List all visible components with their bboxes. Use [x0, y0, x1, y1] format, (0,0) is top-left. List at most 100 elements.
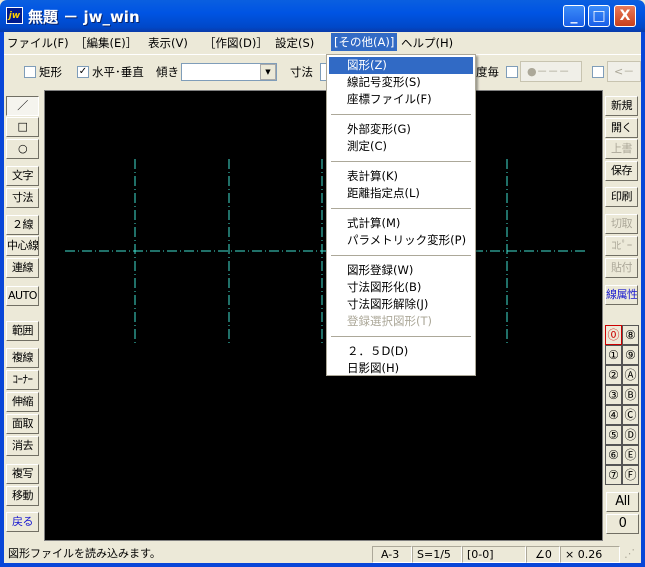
- menu-item[interactable]: 距離指定点(L): [329, 185, 473, 202]
- all-layers-button[interactable]: All: [606, 492, 639, 512]
- copy-button[interactable]: ｺﾋﾟｰ: [605, 236, 638, 256]
- chamfer-tool[interactable]: 面取: [6, 414, 39, 434]
- move-tool[interactable]: 移動: [6, 486, 39, 506]
- menu-separator: [331, 114, 471, 115]
- maximize-button[interactable]: □: [588, 5, 610, 27]
- menu-item[interactable]: 測定(C): [329, 138, 473, 155]
- layer-button[interactable]: ④: [605, 405, 622, 425]
- menu-item[interactable]: 日影図(H): [329, 360, 473, 377]
- line-type-button[interactable]: ●－－－: [520, 61, 582, 82]
- menu-5[interactable]: [その他(A)]: [331, 33, 398, 51]
- paper-size[interactable]: A-3: [372, 546, 412, 563]
- layer-button[interactable]: ⑧: [622, 325, 639, 345]
- circle-tool[interactable]: ○: [6, 139, 39, 159]
- layer-button[interactable]: Ⓑ: [622, 385, 639, 405]
- layer-button[interactable]: ⑨: [622, 345, 639, 365]
- app-icon: jw: [6, 7, 23, 24]
- layer-button[interactable]: ⑦: [605, 465, 622, 485]
- rectangle-tool[interactable]: □: [6, 117, 39, 137]
- layer-group-button[interactable]: 0: [606, 514, 639, 534]
- close-button[interactable]: X: [614, 5, 636, 27]
- menu-item[interactable]: 図形登録(W): [329, 262, 473, 279]
- horizontal-vertical-label: 水平･垂直: [92, 65, 144, 79]
- menu-item[interactable]: パラメトリック変形(P): [329, 232, 473, 249]
- menu-separator: [331, 336, 471, 337]
- dimension-tool[interactable]: 寸法: [6, 188, 39, 208]
- center-line-tool[interactable]: 中心線: [6, 236, 39, 256]
- menu-item[interactable]: 外部変形(G): [329, 121, 473, 138]
- layer-button[interactable]: ⓪: [605, 325, 622, 345]
- resize-grip[interactable]: ⋰: [620, 546, 641, 563]
- cut-button[interactable]: 切取: [605, 214, 638, 234]
- menu-6[interactable]: ヘルプ(H): [398, 35, 456, 51]
- overwrite-button[interactable]: 上書: [605, 139, 638, 159]
- layer-button[interactable]: ②: [605, 365, 622, 385]
- slope-select[interactable]: ▼: [181, 63, 277, 81]
- line-attribute-button[interactable]: 線属性: [605, 285, 638, 305]
- menu-item[interactable]: 座標ファイル(F): [329, 91, 473, 108]
- menu-item[interactable]: ２．５D(D): [329, 343, 473, 360]
- menu-item[interactable]: 線記号変形(S): [329, 74, 473, 91]
- other-menu-dropdown: 図形(Z) 線記号変形(S) 座標ファイル(F) 外部変形(G) 測定(C) 表計算(K)…: [326, 54, 476, 392]
- degree-step-checkbox[interactable]: [506, 66, 518, 78]
- rect-label: 矩形: [39, 65, 62, 79]
- menu-item[interactable]: 表計算(K): [329, 168, 473, 185]
- dimension-label: 寸法: [290, 65, 313, 79]
- menu-0[interactable]: ファイル(F): [4, 35, 72, 51]
- window-title: 無題 － jw_win: [28, 8, 140, 26]
- double-line-tool[interactable]: ２線: [6, 215, 39, 235]
- drawing-svg: [65, 159, 588, 346]
- layer-button[interactable]: Ⓔ: [622, 445, 639, 465]
- menu-item[interactable]: 式計算(M): [329, 215, 473, 232]
- menu-4[interactable]: 設定(S): [272, 35, 317, 51]
- layer-button[interactable]: Ⓕ: [622, 465, 639, 485]
- auto-tool[interactable]: AUTO: [6, 286, 39, 306]
- new-button[interactable]: 新規: [605, 96, 638, 116]
- chevron-down-icon[interactable]: ▼: [260, 64, 276, 80]
- paste-button[interactable]: 貼付: [605, 258, 638, 278]
- angle[interactable]: ∠0: [526, 546, 560, 563]
- drawing-canvas[interactable]: [44, 90, 603, 541]
- menu-item[interactable]: 天空図(U): [329, 377, 473, 394]
- layer-button[interactable]: ①: [605, 345, 622, 365]
- menu-2[interactable]: 表示(V): [145, 35, 191, 51]
- layer-button[interactable]: ⑥: [605, 445, 622, 465]
- open-button[interactable]: 開く: [605, 118, 638, 138]
- window-frame-left: [0, 32, 4, 567]
- layer-button[interactable]: ⑤: [605, 425, 622, 445]
- option-checkbox[interactable]: [592, 66, 604, 78]
- menu-item[interactable]: 登録選択図形(T): [329, 313, 473, 330]
- scale[interactable]: S=1/5: [412, 546, 462, 563]
- horizontal-vertical-checkbox[interactable]: ✓: [77, 66, 89, 78]
- layer-button[interactable]: Ⓐ: [622, 365, 639, 385]
- undo-tool[interactable]: 戻る: [6, 512, 39, 532]
- degree-step-label: 度毎: [476, 65, 499, 79]
- layer-button[interactable]: ③: [605, 385, 622, 405]
- layer-indicator[interactable]: [0-0]: [462, 546, 526, 563]
- menu-1[interactable]: ［編集(E)］: [72, 35, 140, 51]
- rect-checkbox[interactable]: [24, 66, 36, 78]
- polyline-tool[interactable]: 連線: [6, 258, 39, 278]
- layer-button[interactable]: Ⓒ: [622, 405, 639, 425]
- slope-label: 傾き: [156, 65, 179, 79]
- print-button[interactable]: 印刷: [605, 187, 638, 207]
- menu-separator: [331, 208, 471, 209]
- text-tool[interactable]: 文字: [6, 166, 39, 186]
- erase-tool[interactable]: 消去: [6, 436, 39, 456]
- line-tool[interactable]: ／: [6, 96, 39, 116]
- corner-tool[interactable]: ｺｰﾅｰ: [6, 370, 39, 390]
- zoom[interactable]: × 0.26: [560, 546, 620, 563]
- save-button[interactable]: 保存: [605, 161, 638, 181]
- menu-3[interactable]: ［作図(D)］: [201, 35, 271, 51]
- offset-tool[interactable]: 複線: [6, 348, 39, 368]
- copy-tool[interactable]: 複写: [6, 464, 39, 484]
- menu-item[interactable]: 図形(Z): [329, 57, 473, 74]
- menu-bar: ファイル(F) ［編集(E)］ 表示(V) ［作図(D)］ 設定(S) [その他(A)] ヘ…: [4, 32, 641, 52]
- range-tool[interactable]: 範囲: [6, 321, 39, 341]
- menu-item[interactable]: 寸法図形解除(J): [329, 296, 473, 313]
- minimize-button[interactable]: _: [563, 5, 585, 27]
- layer-button[interactable]: Ⓓ: [622, 425, 639, 445]
- menu-item[interactable]: 寸法図形化(B): [329, 279, 473, 296]
- stretch-tool[interactable]: 伸縮: [6, 392, 39, 412]
- back-arrow-button[interactable]: <－: [607, 61, 641, 82]
